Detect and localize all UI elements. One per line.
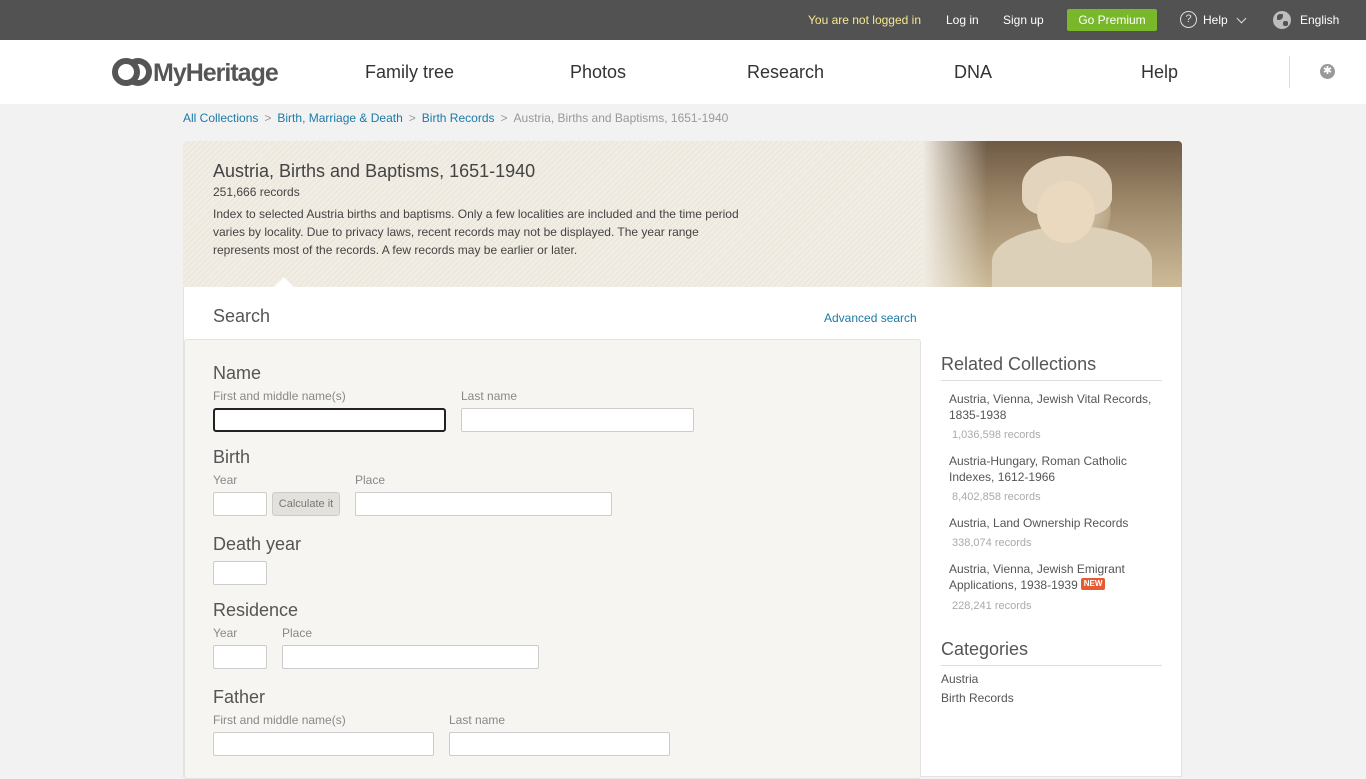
collection-count: 251,666 records — [213, 185, 300, 199]
language-selector[interactable]: English — [1300, 13, 1339, 27]
death-year-input[interactable] — [213, 561, 267, 585]
death-year-heading: Death year — [213, 534, 302, 554]
help-icon[interactable]: ? — [1180, 11, 1197, 28]
login-status: You are not logged in — [808, 13, 921, 27]
signup-link[interactable]: Sign up — [1003, 13, 1044, 27]
residence-heading: Residence — [213, 600, 299, 620]
help-menu[interactable]: Help — [1203, 13, 1228, 27]
nav-help[interactable]: Help — [1141, 62, 1178, 83]
breadcrumb-separator: > — [500, 111, 508, 125]
category-link-austria[interactable]: Austria — [941, 672, 978, 686]
father-last-name-label: Last name — [449, 713, 506, 727]
login-link[interactable]: Log in — [946, 13, 979, 27]
father-first-name-label: First and middle name(s) — [213, 713, 346, 727]
nav-family-tree[interactable]: Family tree — [365, 62, 454, 83]
nav-research[interactable]: Research — [747, 62, 824, 83]
first-name-label: First and middle name(s) — [213, 389, 346, 403]
last-name-input[interactable] — [461, 408, 694, 432]
calculate-it-button[interactable]: Calculate it — [272, 492, 340, 516]
father-last-name-input[interactable] — [449, 732, 670, 756]
father-first-name-input[interactable] — [213, 732, 434, 756]
advanced-search-link[interactable]: Advanced search — [824, 311, 917, 325]
related-collection-count: 338,074 records — [952, 537, 1032, 549]
breadcrumb: All Collections > Birth, Marriage & Death >… — [183, 111, 728, 125]
related-collections-heading: Related Collections — [941, 354, 1097, 374]
logo-icon — [112, 58, 152, 86]
breadcrumb-birth-records[interactable]: Birth Records — [422, 111, 495, 125]
new-badge: NEW — [1080, 578, 1106, 590]
globe-icon[interactable] — [1273, 11, 1291, 29]
residence-year-input[interactable] — [213, 645, 267, 669]
breadcrumb-birth-marriage-death[interactable]: Birth, Marriage & Death — [277, 111, 402, 125]
related-collection-link[interactable]: Austria, Land Ownership Records — [949, 515, 1159, 531]
nav-dna[interactable]: DNA — [954, 62, 992, 83]
related-collection-count: 8,402,858 records — [952, 491, 1041, 503]
main-header: MyHeritage Family tree Photos Research D… — [0, 40, 1366, 104]
divider — [941, 665, 1162, 666]
breadcrumb-all-collections[interactable]: All Collections — [183, 111, 258, 125]
related-collection-link[interactable]: Austria-Hungary, Roman Catholic Indexes,… — [949, 453, 1159, 485]
father-heading: Father — [213, 687, 266, 707]
last-name-label: Last name — [461, 389, 518, 403]
nav-photos[interactable]: Photos — [570, 62, 626, 83]
residence-year-label: Year — [213, 626, 238, 640]
collection-description: Index to selected Austria births and bap… — [213, 207, 739, 257]
divider — [1289, 56, 1290, 88]
birth-heading: Birth — [213, 447, 251, 467]
top-bar: You are not logged in Log in Sign up Go … — [0, 0, 1366, 40]
birth-year-input[interactable] — [213, 492, 267, 516]
baby-photo — [922, 141, 1182, 287]
divider — [941, 380, 1162, 381]
related-collection-item: Austria, Vienna, Jewish Emigrant Applica… — [949, 561, 1159, 593]
related-collection-link[interactable]: Austria, Vienna, Jewish Vital Records, 1… — [949, 391, 1159, 423]
logo-text: MyHeritage — [153, 59, 279, 87]
accessibility-icon[interactable]: ✱ — [1320, 64, 1335, 79]
related-collection-count: 228,241 records — [952, 600, 1032, 612]
name-heading: Name — [213, 363, 262, 383]
birth-place-label: Place — [355, 473, 386, 487]
birth-place-input[interactable] — [355, 492, 612, 516]
chevron-down-icon[interactable] — [1236, 13, 1247, 24]
birth-year-label: Year — [213, 473, 238, 487]
collection-banner: Austria, Births and Baptisms, 1651-1940 … — [183, 141, 1182, 287]
category-link-birth-records[interactable]: Birth Records — [941, 691, 1014, 705]
related-collection-count: 1,036,598 records — [952, 429, 1041, 441]
go-premium-button[interactable]: Go Premium — [1067, 9, 1157, 31]
breadcrumb-separator: > — [408, 111, 416, 125]
breadcrumb-current: Austria, Births and Baptisms, 1651-1940 — [513, 111, 729, 125]
breadcrumb-separator: > — [264, 111, 272, 125]
search-heading: Search — [213, 306, 271, 326]
residence-place-label: Place — [282, 626, 313, 640]
collection-title: Austria, Births and Baptisms, 1651-1940 — [213, 161, 536, 181]
first-name-input[interactable] — [213, 408, 446, 432]
residence-place-input[interactable] — [282, 645, 539, 669]
categories-heading: Categories — [941, 639, 1029, 659]
